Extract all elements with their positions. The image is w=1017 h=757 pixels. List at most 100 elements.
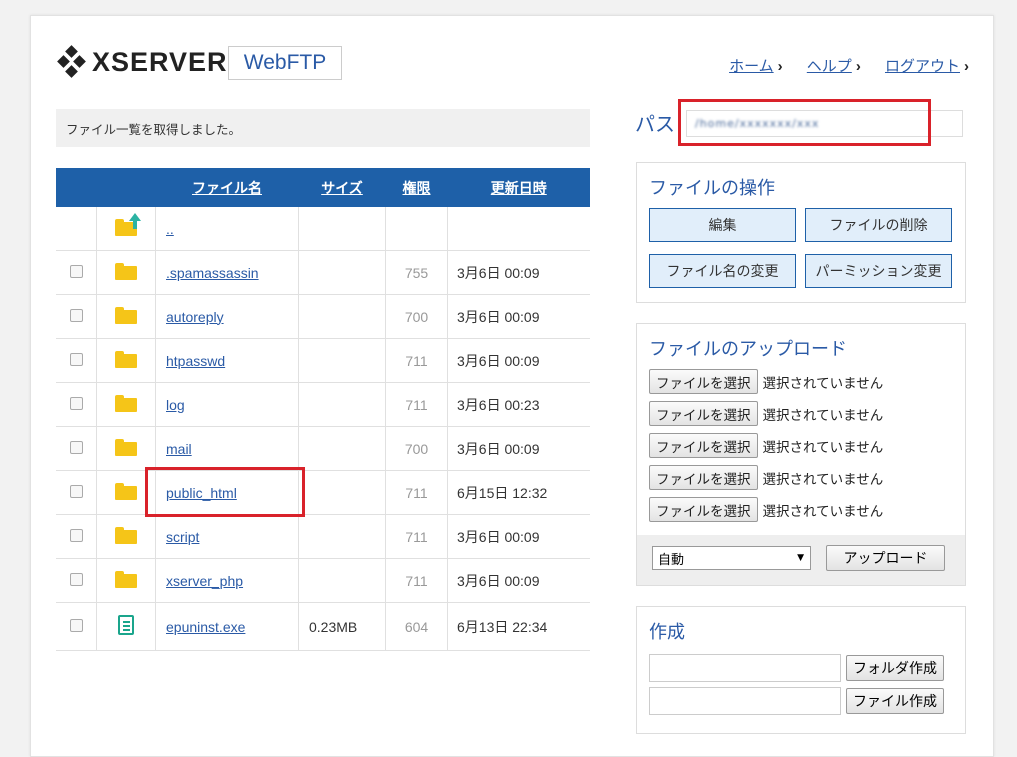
row-checkbox[interactable] bbox=[69, 618, 83, 632]
file-size bbox=[298, 294, 386, 339]
no-file-label: 選択されていません bbox=[762, 407, 884, 424]
folder-name-input[interactable] bbox=[649, 654, 841, 682]
file-size bbox=[298, 338, 386, 383]
file-name-link[interactable]: .spamassassin bbox=[166, 265, 259, 281]
file-name-link[interactable]: epuninst.exe bbox=[166, 619, 245, 635]
nav-home-link[interactable]: ホーム bbox=[729, 58, 774, 75]
folder-icon[interactable] bbox=[115, 306, 137, 324]
folder-icon[interactable] bbox=[115, 350, 137, 368]
row-checkbox[interactable] bbox=[69, 440, 83, 454]
file-date: 3月6日 00:23 bbox=[447, 382, 590, 427]
table-row: script 711 3月6日 00:09 bbox=[56, 514, 590, 559]
row-checkbox[interactable] bbox=[69, 528, 83, 542]
file-name-link[interactable]: script bbox=[166, 529, 199, 545]
file-perm: 711 bbox=[385, 338, 448, 383]
file-perm: 700 bbox=[385, 294, 448, 339]
rename-button[interactable]: ファイル名の変更 bbox=[649, 254, 796, 288]
file-perm: 755 bbox=[385, 250, 448, 295]
choose-file-button[interactable]: ファイルを選択 bbox=[649, 465, 758, 490]
transfer-mode-select[interactable]: 自動 ▼ bbox=[652, 546, 811, 570]
header-icon bbox=[96, 168, 156, 207]
file-name-link[interactable]: autoreply bbox=[166, 309, 224, 325]
table-header-row: ファイル名 サイズ 権限 更新日時 bbox=[56, 168, 590, 207]
row-checkbox[interactable] bbox=[69, 264, 83, 278]
folder-icon[interactable] bbox=[115, 526, 137, 544]
upload-row: ファイルを選択 選択されていません bbox=[649, 369, 883, 394]
create-folder-button[interactable]: フォルダ作成 bbox=[846, 655, 944, 681]
file-perm: 700 bbox=[385, 426, 448, 471]
file-name-link[interactable]: log bbox=[166, 397, 185, 413]
row-checkbox[interactable] bbox=[69, 484, 83, 498]
table-row: htpasswd 711 3月6日 00:09 bbox=[56, 338, 590, 383]
folder-icon[interactable] bbox=[115, 570, 137, 588]
file-date: 3月6日 00:09 bbox=[447, 558, 590, 603]
choose-file-button[interactable]: ファイルを選択 bbox=[649, 369, 758, 394]
folder-icon[interactable] bbox=[115, 438, 137, 456]
upload-row: ファイルを選択 選択されていません bbox=[649, 401, 883, 426]
row-checkbox[interactable] bbox=[69, 572, 83, 586]
table-row: log 711 3月6日 00:23 bbox=[56, 382, 590, 427]
edit-button[interactable]: 編集 bbox=[649, 208, 796, 242]
row-checkbox[interactable] bbox=[69, 396, 83, 410]
delete-file-button[interactable]: ファイルの削除 bbox=[805, 208, 952, 242]
file-name-link[interactable]: .. bbox=[166, 221, 174, 237]
row-checkbox[interactable] bbox=[69, 308, 83, 322]
header-name[interactable]: ファイル名 bbox=[155, 168, 299, 207]
table-row: .. bbox=[56, 207, 590, 251]
file-date: 6月15日 12:32 bbox=[447, 470, 590, 515]
table-row: epuninst.exe 0.23MB 604 6月13日 22:34 bbox=[56, 602, 590, 651]
header-date[interactable]: 更新日時 bbox=[447, 168, 590, 207]
path-label: パス bbox=[635, 112, 675, 136]
file-perm: 711 bbox=[385, 382, 448, 427]
chevron-right-icon: › bbox=[964, 58, 969, 75]
status-message: ファイル一覧を取得しました。 bbox=[56, 109, 590, 147]
folder-icon[interactable] bbox=[115, 394, 137, 412]
no-file-label: 選択されていません bbox=[762, 471, 884, 488]
nav-help-link[interactable]: ヘルプ bbox=[807, 58, 852, 75]
no-file-label: 選択されていません bbox=[762, 439, 884, 456]
table-row: autoreply 700 3月6日 00:09 bbox=[56, 294, 590, 339]
file-date: 3月6日 00:09 bbox=[447, 294, 590, 339]
file-size bbox=[298, 250, 386, 295]
choose-file-button[interactable]: ファイルを選択 bbox=[649, 401, 758, 426]
chevron-down-icon: ▼ bbox=[797, 553, 804, 563]
upload-row: ファイルを選択 選択されていません bbox=[649, 465, 883, 490]
file-perm: 711 bbox=[385, 558, 448, 603]
row-checkbox[interactable] bbox=[69, 352, 83, 366]
choose-file-button[interactable]: ファイルを選択 bbox=[649, 433, 758, 458]
file-date bbox=[447, 207, 590, 251]
file-table: ファイル名 サイズ 権限 更新日時 .. .spamassassin 755 3… bbox=[56, 168, 590, 651]
file-name-link[interactable]: mail bbox=[166, 441, 192, 457]
folder-icon[interactable] bbox=[115, 262, 137, 280]
file-date: 3月6日 00:09 bbox=[447, 426, 590, 471]
chevron-right-icon: › bbox=[855, 58, 861, 75]
file-icon[interactable] bbox=[118, 615, 134, 635]
choose-file-button[interactable]: ファイルを選択 bbox=[649, 497, 758, 522]
no-file-label: 選択されていません bbox=[762, 375, 884, 392]
upload-panel: ファイルのアップロード ファイルを選択 選択されていません ファイルを選択 選択… bbox=[636, 323, 966, 586]
file-size: 0.23MB bbox=[298, 602, 386, 651]
file-date: 3月6日 00:09 bbox=[447, 514, 590, 559]
upload-footer: 自動 ▼ アップロード bbox=[637, 535, 965, 585]
file-perm: 711 bbox=[385, 514, 448, 559]
highlight-box-public-html bbox=[145, 467, 305, 517]
upload-row: ファイルを選択 選択されていません bbox=[649, 433, 883, 458]
highlight-box-path bbox=[678, 99, 931, 146]
create-file-button[interactable]: ファイル作成 bbox=[846, 688, 944, 714]
file-name-link[interactable]: htpasswd bbox=[166, 353, 225, 369]
upload-title: ファイルのアップロード bbox=[649, 339, 847, 360]
parent-folder-icon[interactable] bbox=[115, 212, 141, 236]
file-size bbox=[298, 382, 386, 427]
file-perm: 711 bbox=[385, 470, 448, 515]
table-row: xserver_php 711 3月6日 00:09 bbox=[56, 558, 590, 603]
header-size[interactable]: サイズ bbox=[298, 168, 386, 207]
header-perm[interactable]: 権限 bbox=[385, 168, 448, 207]
create-panel: 作成 フォルダ作成 ファイル作成 bbox=[636, 606, 966, 734]
upload-button[interactable]: アップロード bbox=[826, 545, 945, 571]
file-name-link[interactable]: xserver_php bbox=[166, 573, 243, 589]
nav-logout-link[interactable]: ログアウト bbox=[885, 58, 960, 75]
file-name-input[interactable] bbox=[649, 687, 841, 715]
permission-button[interactable]: パーミッション変更 bbox=[805, 254, 952, 288]
transfer-mode-value: 自動 bbox=[658, 552, 685, 568]
folder-icon[interactable] bbox=[115, 482, 137, 500]
